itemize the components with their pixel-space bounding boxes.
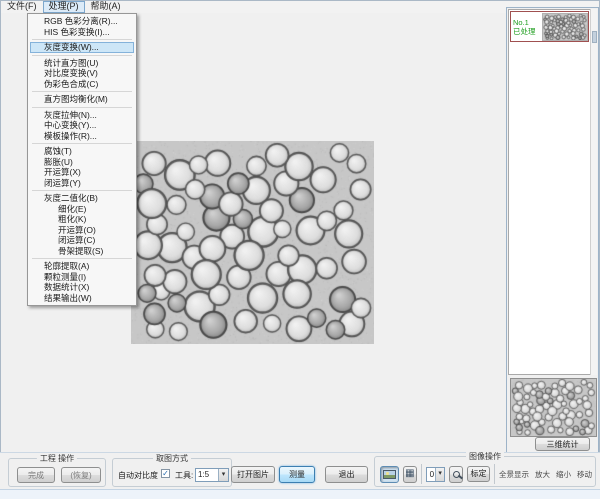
tool-combo-label: 工具:	[175, 470, 193, 481]
zoom-level-spinner[interactable]: 0 ▾	[426, 467, 445, 482]
mode-option[interactable]: 全景显示	[499, 469, 529, 480]
menu-item[interactable]: 腐蚀(T)	[28, 146, 136, 157]
menu-item[interactable]: RGB 色彩分离(R)...	[28, 16, 136, 27]
dropdown-menu: RGB 色彩分离(R)...HIS 色彩变换(I)... 灰度变换(W)... 统计…	[27, 13, 137, 306]
grid-view-button[interactable]: ▦	[403, 466, 417, 483]
auto-contrast-checkbox[interactable]: ✓	[161, 469, 170, 478]
menu-item[interactable]: 数据统计(X)	[28, 282, 136, 293]
menu-item[interactable]: 灰度二值化(B)	[28, 193, 136, 204]
menu-item[interactable]: 伪彩色合成(C)	[28, 79, 136, 90]
magnifier-button[interactable]	[449, 466, 463, 483]
results-scrollbar[interactable]	[590, 9, 597, 375]
menu-item[interactable]: 结果输出(W)	[28, 293, 136, 304]
mode-option[interactable]: 移动	[577, 469, 592, 480]
app-window: 文件(F) 处理(P) 帮助(A) RGB 色彩分离(R)...HIS 色彩变换…	[0, 0, 600, 499]
status-strip	[0, 489, 600, 499]
bottom-toolbar: 工程 操作 完成 (恢复) 取图方式 自动对比度 ✓ 工具: 1:5 ▾ 打开图…	[0, 452, 600, 489]
tool-combobox[interactable]: 1:5 ▾	[195, 468, 229, 482]
menu-separator	[32, 190, 132, 191]
magnifier-icon	[453, 471, 460, 478]
toolbar-divider	[421, 464, 422, 484]
open-image-button[interactable]: 打开图片	[231, 466, 275, 483]
result-item-thumbnail	[542, 13, 588, 41]
menu-separator	[32, 258, 132, 259]
measure-button[interactable]: 测量	[279, 466, 315, 483]
image-icon	[383, 470, 396, 479]
chevron-down-icon[interactable]: ▾	[435, 468, 444, 481]
menu-item[interactable]: 颗粒测量(I)	[28, 272, 136, 283]
menu-item[interactable]: 直方图均衡化(M)	[28, 94, 136, 105]
scrollbar-thumb[interactable]	[592, 31, 597, 43]
menu-separator	[32, 91, 132, 92]
menu-separator	[32, 143, 132, 144]
project-group: 工程 操作 完成 (恢复)	[8, 458, 106, 487]
restore-button[interactable]: (恢复)	[61, 467, 101, 483]
menu-separator	[32, 55, 132, 56]
menu-item[interactable]: HIS 色彩变换(I)...	[28, 27, 136, 38]
menu-item[interactable]: 灰度变换(W)...	[30, 42, 134, 53]
results-panel: No.1 已处理 三维统计	[506, 7, 599, 453]
menu-help[interactable]: 帮助(A)	[85, 1, 127, 13]
menu-item[interactable]: 开运算(O)	[28, 225, 136, 236]
results-list[interactable]: No.1 已处理	[508, 9, 591, 375]
calibrate-button[interactable]: 标定	[467, 466, 490, 482]
toolbar-divider	[494, 464, 495, 484]
capture-group-label: 取图方式	[153, 454, 191, 463]
done-button[interactable]: 完成	[17, 467, 55, 483]
result-item-line1: No.1	[513, 18, 542, 27]
menu-item[interactable]: 模板操作(R)...	[28, 131, 136, 142]
menu-item[interactable]: 闭运算(Y)	[28, 178, 136, 189]
exit-button[interactable]: 退出	[325, 466, 368, 483]
result-item-label: No.1 已处理	[511, 18, 542, 36]
overview-thumbnail[interactable]	[510, 378, 597, 437]
mode-option[interactable]: 缩小	[556, 469, 571, 480]
chevron-down-icon[interactable]: ▾	[218, 469, 228, 481]
image-ops-group: 图像操作 ▦ 0 ▾ 标定 全景显示放大缩小移动	[374, 456, 596, 487]
project-group-label: 工程 操作	[37, 454, 77, 463]
menu-item[interactable]: 开运算(X)	[28, 167, 136, 178]
result-item-line2: 已处理	[513, 27, 542, 36]
menu-item[interactable]: 轮廓提取(A)	[28, 261, 136, 272]
mode-option[interactable]: 放大	[535, 469, 550, 480]
menu-item[interactable]: 粗化(K)	[28, 214, 136, 225]
stats-button[interactable]: 三维统计	[535, 437, 590, 451]
menu-process[interactable]: 处理(P)	[43, 1, 85, 13]
specimen-image[interactable]	[131, 141, 374, 344]
grid-icon: ▦	[405, 469, 414, 479]
menu-item[interactable]: 统计直方图(U)	[28, 58, 136, 69]
menu-item[interactable]: 对比度变换(V)	[28, 68, 136, 79]
zoom-level-value: 0	[430, 470, 434, 479]
menu-separator	[32, 39, 132, 40]
menu-file[interactable]: 文件(F)	[1, 1, 43, 13]
menu-item[interactable]: 灰度拉伸(N)...	[28, 110, 136, 121]
menu-item[interactable]: 闭运算(C)	[28, 235, 136, 246]
image-ops-row: ▦ 0 ▾ 标定 全景显示放大缩小移动	[380, 464, 592, 484]
auto-contrast-label: 自动对比度	[118, 470, 158, 481]
image-ops-group-label: 图像操作	[466, 452, 504, 461]
menu-item[interactable]: 膨胀(U)	[28, 157, 136, 168]
capture-group: 取图方式 自动对比度 ✓ 工具: 1:5 ▾	[112, 458, 232, 487]
menu-item[interactable]: 细化(E)	[28, 204, 136, 215]
menu-item[interactable]: 骨架提取(S)	[28, 246, 136, 257]
menu-separator	[32, 107, 132, 108]
tool-combobox-value: 1:5	[198, 470, 209, 479]
image-view-button[interactable]	[380, 466, 399, 483]
menu-item[interactable]: 中心变换(Y)...	[28, 120, 136, 131]
mode-options: 全景显示放大缩小移动	[499, 469, 592, 480]
result-list-item[interactable]: No.1 已处理	[510, 11, 589, 42]
